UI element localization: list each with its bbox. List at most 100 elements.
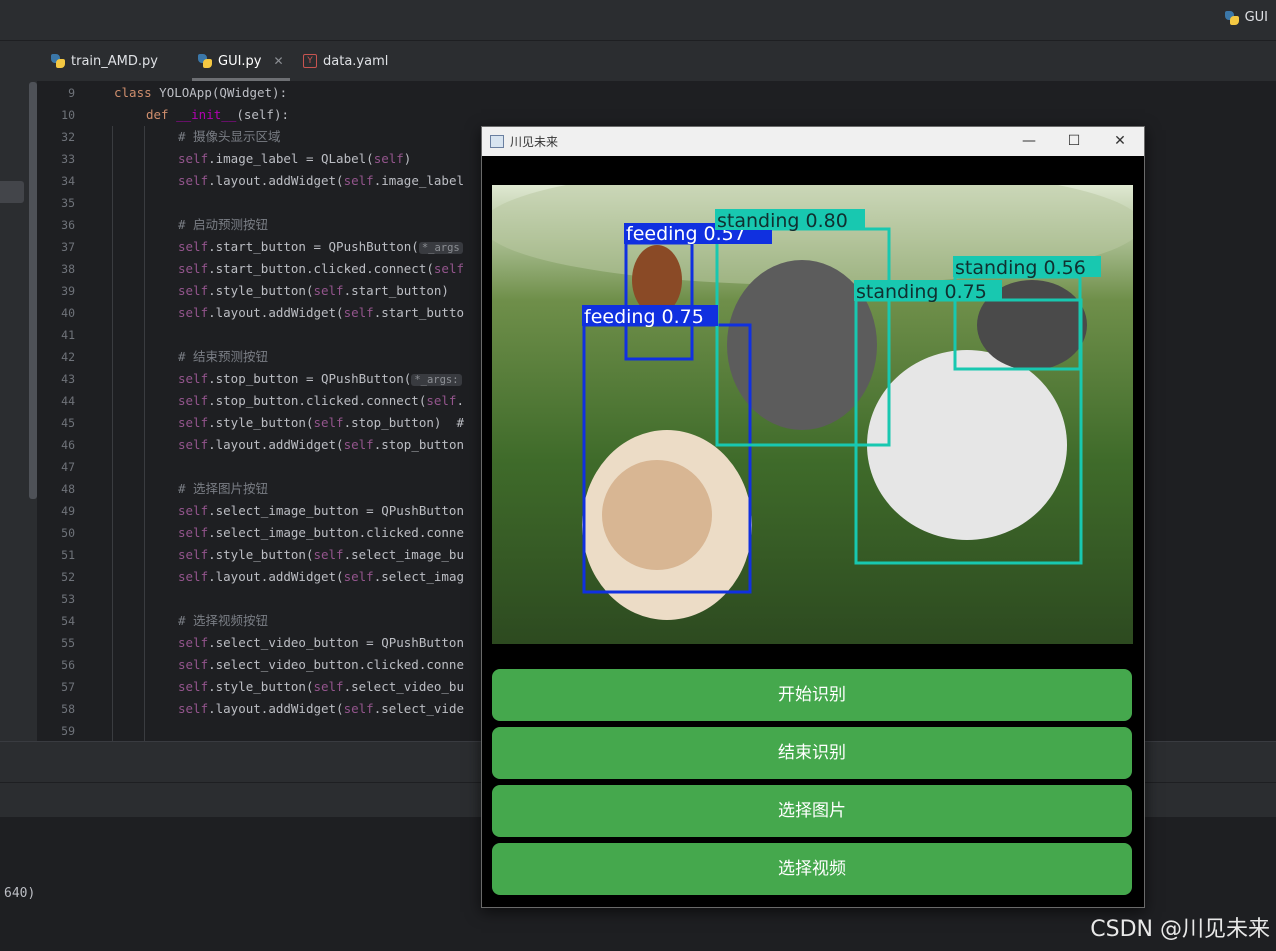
line-number: 52: [61, 570, 75, 584]
line-number: 59: [61, 724, 75, 738]
minimize-button[interactable]: —: [1014, 131, 1044, 151]
code-text: .layout.addWidget(: [208, 437, 344, 452]
close-icon[interactable]: ✕: [274, 54, 284, 68]
console-output: 640): [4, 886, 36, 901]
code-content: self.stop_button = QPushButton(*_args:: [178, 368, 462, 391]
code-text: .stop_button) #: [343, 415, 464, 430]
self-keyword: self: [178, 503, 209, 518]
code-text: .select_image_button = QPushButton: [208, 503, 464, 518]
tab-data-yaml[interactable]: Y data.yaml: [303, 41, 388, 81]
code-text: .select_image_bu: [343, 547, 464, 562]
app-window: 川见未来 — ☐ ✕ feeding 0.57 standing 0.80 st…: [481, 126, 1145, 908]
self-keyword: self: [178, 635, 209, 650]
param-hint: *_args: [418, 242, 463, 254]
code-content: self.layout.addWidget(self.image_label: [178, 170, 464, 192]
code-text: .select_video_button = QPushButton: [208, 635, 464, 650]
code-content: # 选择视频按钮: [178, 610, 268, 632]
line-number: 44: [61, 394, 75, 408]
line-number: 55: [61, 636, 75, 650]
code-text: .stop_button = QPushButton(: [208, 371, 412, 386]
line-number: 35: [61, 196, 75, 210]
line-number: 42: [61, 350, 75, 364]
code-comment: # 选择图片按钮: [178, 481, 269, 496]
code-content: self.select_video_button.clicked.conne: [178, 654, 464, 676]
code-text: .layout.addWidget(: [208, 569, 344, 584]
code-content: # 选择图片按钮: [178, 478, 268, 500]
code-text: .stop_button: [373, 437, 464, 452]
self-keyword: self: [178, 701, 209, 716]
self-keyword: self: [178, 679, 209, 694]
line-number: 34: [61, 174, 75, 188]
editor-tab-bar: train_AMD.py GUI.py ✕ Y data.yaml: [37, 41, 1276, 82]
code-text: .stop_button.clicked.connect(: [208, 393, 427, 408]
code-content: self.style_button(self.select_video_bu: [178, 676, 464, 698]
code-text: .select_image_button.clicked.conne: [208, 525, 464, 540]
self-keyword: self: [178, 305, 209, 320]
code-comment: # 选择视频按钮: [178, 613, 269, 628]
code-content: # 结束预测按钮: [178, 346, 268, 368]
self-keyword: self: [426, 393, 457, 408]
maximize-button[interactable]: ☐: [1059, 131, 1089, 151]
code-content: self.style_button(self.start_button): [178, 280, 449, 302]
self-keyword: self: [178, 173, 209, 188]
line-number: 38: [61, 262, 75, 276]
code-text: .select_imag: [373, 569, 464, 584]
code-text: .style_button(: [208, 547, 314, 562]
line-number: 32: [61, 130, 75, 144]
code-content: self.select_image_button = QPushButton: [178, 500, 464, 522]
code-text: .layout.addWidget(: [208, 701, 344, 716]
window-title: 川见未来: [510, 135, 559, 149]
line-number: 41: [61, 328, 75, 342]
self-keyword: self: [178, 393, 209, 408]
line-number: 46: [61, 438, 75, 452]
run-config-selector[interactable]: GUI: [1224, 10, 1268, 25]
self-keyword: self: [178, 569, 209, 584]
code-content: self.select_video_button = QPushButton: [178, 632, 464, 654]
window-titlebar[interactable]: 川见未来 — ☐ ✕: [482, 127, 1144, 156]
line-number: 53: [61, 592, 75, 606]
stop-detection-button[interactable]: 结束识别: [492, 727, 1132, 779]
label-standing-080: standing 0.80: [717, 210, 848, 232]
select-video-button[interactable]: 选择视频: [492, 843, 1132, 895]
code-line: 9 class YOLOApp(QWidget):: [37, 82, 1276, 104]
self-keyword: self: [313, 283, 344, 298]
code-content: self.style_button(self.stop_button) #: [178, 412, 464, 434]
self-keyword: self: [178, 261, 209, 276]
keyword: def: [146, 107, 169, 122]
line-number: 10: [61, 108, 75, 122]
python-icon: [1224, 10, 1239, 25]
tab-gui[interactable]: GUI.py ✕: [192, 41, 290, 81]
tab-label: data.yaml: [323, 53, 389, 69]
self-keyword: self: [343, 701, 374, 716]
self-keyword: self: [178, 283, 209, 298]
code-text: .select_video_bu: [343, 679, 464, 694]
editor-scrollbar[interactable]: [29, 82, 37, 499]
code-content: self.select_image_button.clicked.conne: [178, 522, 464, 544]
line-number: 40: [61, 306, 75, 320]
python-file-icon: [198, 54, 212, 68]
self-keyword: self: [343, 437, 374, 452]
self-keyword: self: [313, 547, 344, 562]
code-comment: # 结束预测按钮: [178, 349, 269, 364]
line-number: 48: [61, 482, 75, 496]
keyword: class: [114, 85, 152, 100]
self-keyword: self: [178, 437, 209, 452]
line-number: 39: [61, 284, 75, 298]
hen-feathers: [602, 460, 712, 570]
line-number: 57: [61, 680, 75, 694]
code-content: self.layout.addWidget(self.select_imag: [178, 566, 464, 588]
line-number: 37: [61, 240, 75, 254]
code-text: (self):: [236, 107, 290, 122]
self-keyword: self: [178, 525, 209, 540]
code-content: self.start_button = QPushButton(*_args: [178, 236, 463, 259]
code-comment: # 摄像头显示区域: [178, 129, 281, 144]
start-detection-button[interactable]: 开始识别: [492, 669, 1132, 721]
tab-train-amd[interactable]: train_AMD.py: [51, 41, 158, 81]
self-keyword: self: [433, 261, 464, 276]
close-button[interactable]: ✕: [1105, 131, 1135, 151]
line-number: 49: [61, 504, 75, 518]
select-image-button[interactable]: 选择图片: [492, 785, 1132, 837]
ide-toolbar: GUI: [0, 0, 1276, 41]
code-content: self.style_button(self.select_image_bu: [178, 544, 464, 566]
tool-window-selected[interactable]: [0, 181, 24, 203]
